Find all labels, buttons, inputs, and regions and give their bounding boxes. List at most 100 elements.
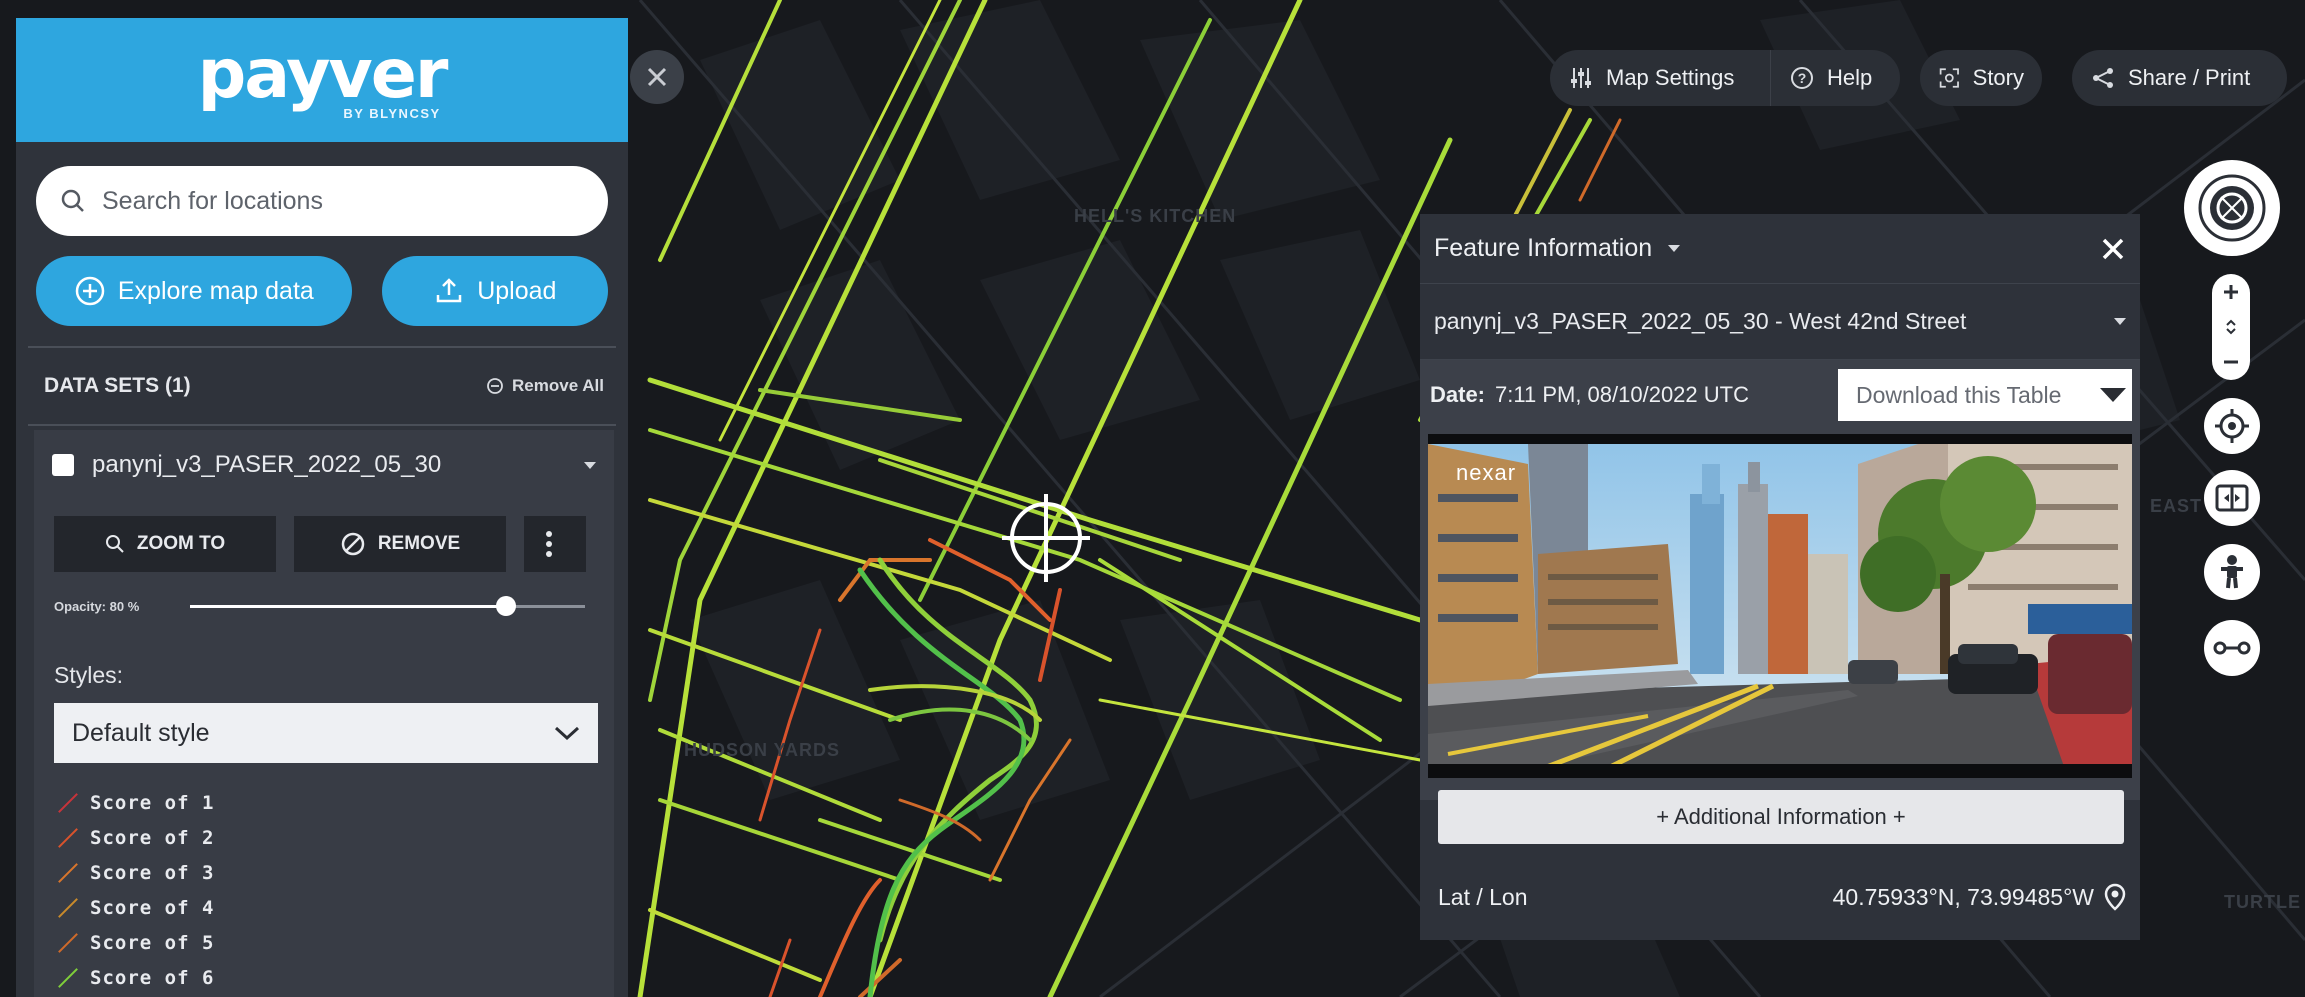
datasets-title: DATA SETS (1) (44, 374, 191, 397)
map-settings-button[interactable]: Map Settings (1550, 50, 1770, 106)
feature-panel-title-toggle[interactable]: Feature Information (1434, 234, 1681, 263)
zoom-to-button[interactable]: ZOOM TO (54, 516, 276, 572)
legend-swatch (54, 827, 76, 849)
brand-subtitle: BY BLYNCSY (343, 105, 441, 121)
explore-map-data-button[interactable]: Explore map data (36, 256, 352, 326)
dataset-visibility-checkbox[interactable] (52, 454, 74, 476)
share-print-label: Share / Print (2128, 65, 2251, 90)
style-legend: Score of 1 Score of 2 Score of 3 Score of 4… (54, 785, 614, 995)
share-print-button[interactable]: Share / Print (2072, 50, 2287, 106)
style-select-value: Default style (72, 718, 210, 747)
route-button[interactable] (2204, 620, 2260, 676)
legend-label: Score of 2 (90, 826, 215, 849)
split-view-button[interactable] (2204, 470, 2260, 526)
locate-button[interactable] (2204, 398, 2260, 454)
block-icon (341, 532, 365, 556)
close-icon[interactable] (2100, 236, 2126, 262)
remove-dataset-button[interactable]: REMOVE (294, 516, 506, 572)
legend-item: Score of 4 (54, 890, 614, 925)
zoom-out-button[interactable] (2221, 352, 2241, 372)
map-label-east: EAST (2150, 496, 2203, 516)
reset-bearing-icon[interactable] (2224, 318, 2238, 336)
map-label-hells-kitchen: HELL'S KITCHEN (1074, 206, 1237, 226)
help-icon: ? (1791, 67, 1813, 89)
legend-label: Score of 4 (90, 896, 215, 919)
street-view-button[interactable] (2204, 544, 2260, 600)
collapse-sidebar-button[interactable] (630, 50, 684, 104)
dataset-row[interactable]: panynj_v3_PASER_2022_05_30 (34, 430, 614, 500)
share-icon (2093, 68, 2113, 88)
chevron-down-icon (554, 726, 580, 741)
additional-information-button[interactable]: + Additional Information + (1438, 790, 2124, 844)
remove-all-label: Remove All (512, 376, 604, 395)
explore-map-data-label: Explore map data (117, 276, 314, 305)
more-options-button[interactable] (524, 516, 586, 572)
legend-label: Score of 5 (90, 931, 215, 954)
latlon-row: Lat / Lon 40.75933°N, 73.99485°W (1420, 854, 2140, 940)
story-label: Story (1972, 65, 2024, 90)
kebab-icon (546, 531, 552, 557)
brand-header: payver BY BLYNCSY (16, 18, 628, 142)
latlon-value-wrap: 40.75933°N, 73.99485°W (1833, 883, 2126, 911)
plus-circle-icon (75, 276, 105, 306)
pin-icon[interactable] (2104, 883, 2126, 911)
search-input[interactable] (102, 186, 582, 216)
street-view-image[interactable]: nexar (1428, 434, 2132, 778)
help-button[interactable]: ? Help (1770, 50, 1900, 106)
style-select[interactable]: Default style (54, 703, 598, 763)
legend-swatch (54, 792, 76, 814)
search-icon (61, 189, 84, 212)
map-settings-label: Map Settings (1606, 65, 1735, 90)
close-icon (647, 67, 667, 87)
opacity-control: Opacity: 80 % (54, 594, 614, 618)
image-source-brand: nexar (1456, 460, 1517, 485)
opacity-slider-thumb[interactable] (496, 595, 516, 616)
dataset-name: panynj_v3_PASER_2022_05_30 (92, 451, 442, 478)
feature-name: panynj_v3_PASER_2022_05_30 - West 42nd S… (1434, 308, 1967, 334)
feature-information-panel: Feature Information panynj_v3_PASER_2022… (1420, 214, 2140, 940)
date-value: 7:11 PM, 08/10/2022 UTC (1495, 382, 1749, 407)
compass-button[interactable] (2184, 160, 2280, 256)
remove-label: REMOVE (377, 533, 461, 554)
opacity-slider-fill (190, 604, 506, 608)
chevron-down-icon[interactable] (584, 461, 596, 469)
chevron-down-icon (2114, 318, 2126, 325)
dataset-card: panynj_v3_PASER_2022_05_30 ZOOM TO REMOV… (34, 430, 614, 997)
upload-button[interactable]: Upload (381, 256, 608, 326)
legend-item: Score of 1 (54, 785, 614, 820)
story-icon (1939, 68, 1959, 88)
legend-label: Score of 1 (90, 791, 215, 814)
date-label: Date: (1430, 382, 1486, 407)
story-button[interactable]: Story (1920, 50, 2042, 106)
magnifier-icon (105, 535, 124, 553)
zoom-control (2212, 274, 2250, 380)
opacity-slider[interactable] (190, 595, 585, 616)
street-scene (1428, 434, 2132, 778)
sliders-icon (1571, 68, 1591, 88)
latlon-value: 40.75933°N, 73.99485°W (1832, 883, 2094, 910)
minus-circle-icon (487, 378, 503, 394)
feature-panel-title: Feature Information (1434, 234, 1653, 262)
pegman-icon (2221, 555, 2243, 589)
map-label-turtle: TURTLE (2224, 892, 2301, 912)
zoom-in-button[interactable] (2221, 282, 2241, 302)
chevron-down-icon (2100, 388, 2126, 402)
latlon-label: Lat / Lon (1438, 883, 1528, 910)
brand-logo: payver (197, 34, 449, 114)
feature-date: Date: 7:11 PM, 08/10/2022 UTC (1430, 382, 1749, 408)
compass-icon (2198, 174, 2266, 242)
upload-label: Upload (477, 276, 557, 305)
legend-item: Score of 6 (54, 960, 614, 995)
opacity-label: Opacity: 80 % (54, 598, 140, 614)
legend-item: Score of 2 (54, 820, 614, 855)
download-table-select[interactable]: Download this Table (1838, 369, 2132, 421)
feature-selector[interactable]: panynj_v3_PASER_2022_05_30 - West 42nd S… (1420, 284, 2140, 360)
feature-panel-body: Date: 7:11 PM, 08/10/2022 UTC Download th… (1420, 360, 2140, 844)
sidebar: payver BY BLYNCSY Explore map data Uploa… (16, 18, 628, 997)
search-box[interactable] (36, 166, 608, 236)
split-view-icon (2215, 484, 2249, 512)
svg-text:?: ? (1798, 70, 1807, 86)
legend-item: Score of 5 (54, 925, 614, 960)
route-icon (2213, 641, 2251, 655)
remove-all-button[interactable]: Remove All (486, 376, 604, 396)
